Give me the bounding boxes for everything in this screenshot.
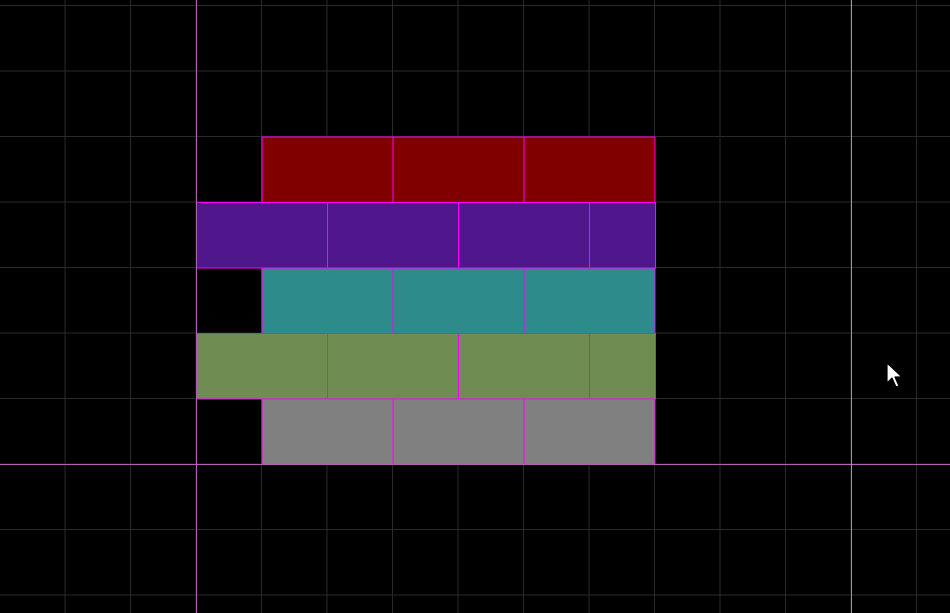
brick <box>458 333 590 400</box>
mouse-pointer-icon <box>886 362 903 388</box>
row-teal <box>261 267 656 334</box>
row-purple <box>196 202 656 269</box>
brick <box>196 333 328 400</box>
brick <box>589 202 656 269</box>
brick <box>196 202 328 269</box>
brick <box>523 398 656 465</box>
brick <box>327 333 459 400</box>
brick-wall <box>196 136 656 465</box>
brick <box>261 267 394 334</box>
brick <box>589 333 656 400</box>
row-red <box>261 136 656 203</box>
brick <box>261 398 394 465</box>
row-green <box>196 333 656 400</box>
brick <box>523 136 656 203</box>
brick <box>261 136 394 203</box>
brick <box>458 202 590 269</box>
game-canvas[interactable] <box>0 0 950 613</box>
brick <box>523 267 656 334</box>
brick <box>392 136 525 203</box>
row-gray <box>261 398 656 465</box>
brick <box>392 398 525 465</box>
brick <box>392 267 525 334</box>
brick <box>327 202 459 269</box>
